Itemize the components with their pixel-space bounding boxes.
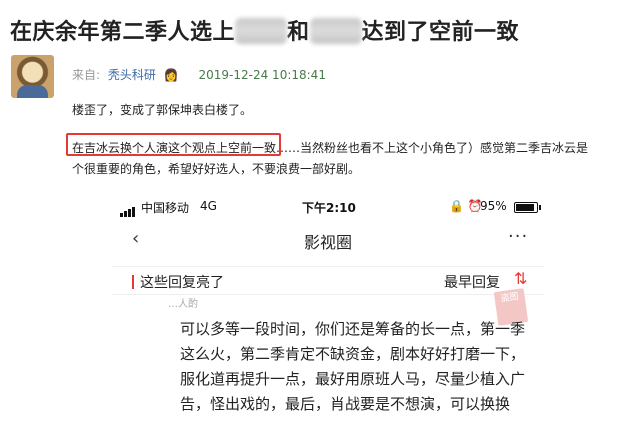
title-segment: 在庆余年第二季人选上 [10,20,236,45]
post-title: 在庆余年第二季人选上 和 达到了空前一致 [10,14,519,46]
status-bar: 中国移动 4G 下午2:10 🔒 ⏰ 95% [112,194,544,218]
blurred-name [235,18,288,44]
paragraph-text: 个很重要的角色，希望好好选人，不要浪费一部好剧。 [72,162,361,176]
avatar[interactable] [11,55,54,98]
reply-username: …人酌 [168,299,198,310]
blurred-name [309,18,362,44]
status-time: 下午2:10 [302,201,356,215]
carrier-name: 中国移动 [141,201,190,215]
page-title: 影视圈 [303,233,352,252]
author-link[interactable]: 秃头科研 [108,68,156,82]
network-type: 4G [200,199,217,213]
more-icon[interactable]: ··· [508,226,528,247]
post-meta: 来自: 秃头科研 👩 2019-12-24 10:18:41 [72,66,326,83]
title-segment: 和 [287,20,310,45]
sort-icon[interactable]: ⇅ [514,269,527,288]
battery-icon [514,202,541,213]
highlight-box [66,133,281,156]
battery-percent: 95% [480,199,507,213]
title-segment: 达到了空前一致 [361,20,520,45]
accent-mark [132,275,134,289]
reply-comment-text: 可以多等一段时间，你们还是筹备的长一点，第一季这么火，第二季肯定不缺资金，剧本好… [180,320,526,413]
author-badge-icon: 👩 [163,68,179,82]
post-paragraph: 楼歪了，变成了郭保坤表白楼了。 [72,103,253,117]
embedded-phone-screenshot: 中国移动 4G 下午2:10 🔒 ⏰ 95% ‹ 影视圈 ··· 这些回复亮了 … [112,194,544,443]
tab-hot-replies[interactable]: 这些回复亮了 [132,272,224,292]
post-timestamp: 2019-12-24 10:18:41 [198,68,326,82]
tab-label: 这些回复亮了 [140,275,224,291]
alarm-lock-icon: 🔒 ⏰ [449,199,483,213]
paragraph-text: ……当然粉丝也看不上这个小角色了）感觉第二季吉冰云是 [276,141,589,155]
meta-from-label: 来自: [72,68,101,82]
signal-icon [120,203,136,217]
sort-earliest-button[interactable]: 最早回复 [444,272,500,292]
nav-bar: ‹ 影视圈 ··· [112,220,544,258]
reply-filter-bar: 这些回复亮了 最早回复 ⇅ [112,266,544,295]
